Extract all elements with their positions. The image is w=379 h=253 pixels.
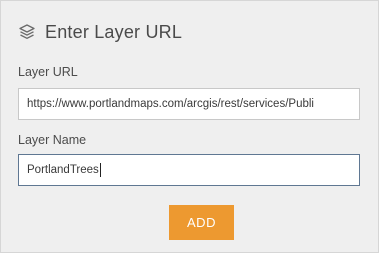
layer-url-label: Layer URL [18, 65, 78, 79]
text-caret [99, 163, 101, 177]
add-button[interactable]: ADD [169, 205, 234, 240]
panel-title: Enter Layer URL [45, 21, 183, 42]
layer-name-value: PortlandTrees [27, 164, 99, 176]
enter-layer-url-panel: Enter Layer URL Layer URL https://www.po… [0, 0, 379, 253]
layers-icon [18, 23, 36, 41]
panel-header: Enter Layer URL [18, 20, 182, 44]
layer-name-input[interactable]: PortlandTrees [18, 154, 360, 186]
layer-url-value: https://www.portlandmaps.com/arcgis/rest… [27, 98, 314, 110]
layer-name-label: Layer Name [18, 133, 87, 147]
layer-url-input[interactable]: https://www.portlandmaps.com/arcgis/rest… [18, 88, 360, 120]
